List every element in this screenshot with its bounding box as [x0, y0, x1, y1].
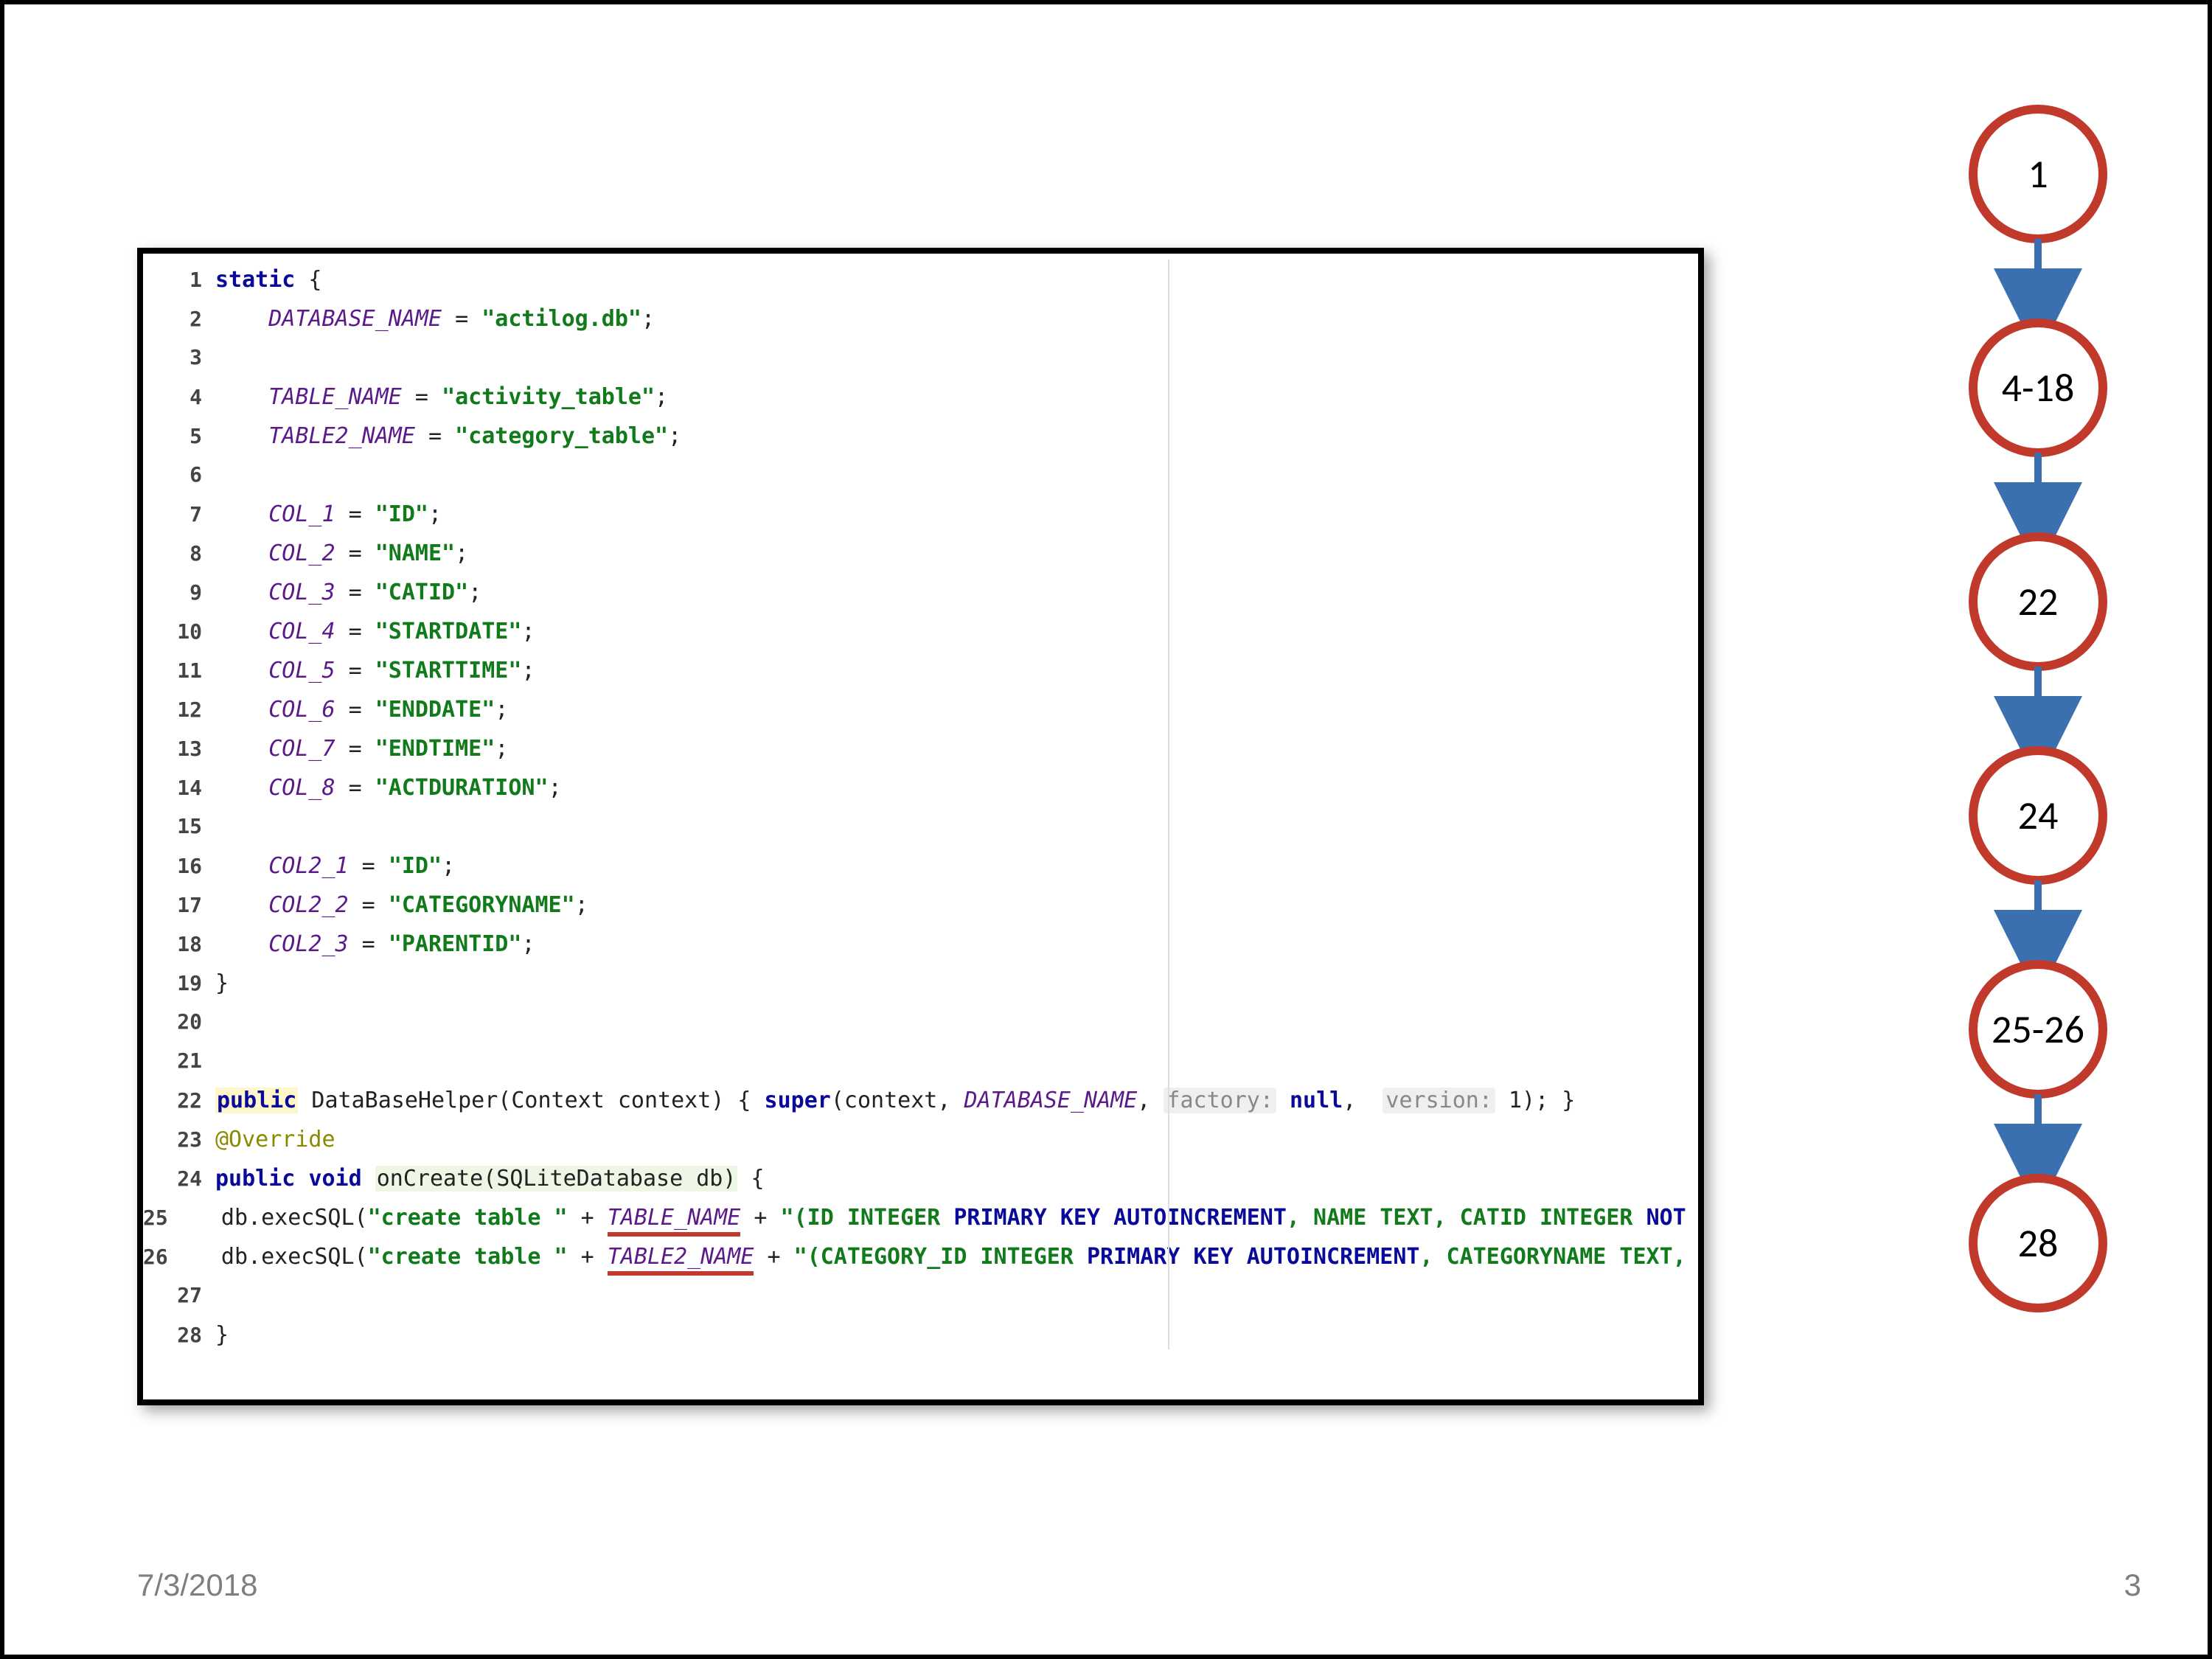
code-line: 28}: [143, 1322, 1698, 1361]
line-number: 19: [143, 971, 215, 995]
code-content: COL2_3 = "PARENTID";: [215, 931, 535, 957]
line-number: 9: [143, 580, 215, 605]
code-content: db.execSQL("create table " + TABLE2_NAME…: [181, 1244, 1704, 1270]
code-line: 21: [143, 1048, 1698, 1088]
code-line: 20: [143, 1009, 1698, 1048]
footer-date: 7/3/2018: [137, 1568, 258, 1603]
line-number: 27: [143, 1283, 215, 1307]
code-line: 12 COL_6 = "ENDDATE";: [143, 697, 1698, 736]
line-number: 7: [143, 502, 215, 526]
flow-diagram: 1 4-18 22 24 25-26 28: [1935, 93, 2141, 1420]
flow-svg: 1 4-18 22 24 25-26 28: [1935, 93, 2141, 1420]
code-line: 25 db.execSQL("create table " + TABLE_NA…: [143, 1205, 1698, 1244]
line-number: 6: [143, 462, 215, 487]
code-panel: 1static {2 DATABASE_NAME = "actilog.db";…: [137, 248, 1704, 1405]
flow-node-label: 25-26: [1992, 1005, 2084, 1054]
code-line: 3: [143, 345, 1698, 384]
code-line: 5 TABLE2_NAME = "category_table";: [143, 423, 1698, 462]
code-line: 4 TABLE_NAME = "activity_table";: [143, 384, 1698, 423]
line-number: 28: [143, 1323, 215, 1347]
line-number: 8: [143, 541, 215, 566]
line-number: 26: [143, 1245, 181, 1269]
line-number: 25: [143, 1206, 181, 1230]
code-content: static {: [215, 267, 322, 293]
flow-node-label: 24: [2018, 791, 2059, 840]
code-line: 15: [143, 814, 1698, 853]
line-number: 1: [143, 268, 215, 292]
code-line: 13 COL_7 = "ENDTIME";: [143, 736, 1698, 775]
line-number: 14: [143, 776, 215, 800]
line-number: 11: [143, 658, 215, 683]
code-line: 24public void onCreate(SQLiteDatabase db…: [143, 1166, 1698, 1205]
line-number: 24: [143, 1166, 215, 1191]
code-content: COL_2 = "NAME";: [215, 540, 468, 566]
code-content: @Override: [215, 1127, 335, 1152]
code-line: 14 COL_8 = "ACTDURATION";: [143, 775, 1698, 814]
code-content: TABLE2_NAME = "category_table";: [215, 423, 681, 449]
code-line: 9 COL_3 = "CATID";: [143, 580, 1698, 619]
code-content: COL_3 = "CATID";: [215, 580, 481, 605]
line-number: 15: [143, 814, 215, 838]
line-number: 18: [143, 932, 215, 956]
footer-page-number: 3: [2124, 1568, 2141, 1603]
editor-column-divider: [1168, 260, 1169, 1349]
code-content: COL_7 = "ENDTIME";: [215, 736, 508, 762]
line-number: 20: [143, 1009, 215, 1034]
code-line: 22public DataBaseHelper(Context context)…: [143, 1088, 1698, 1127]
flow-node-label: 1: [2028, 150, 2048, 198]
code-line: 7 COL_1 = "ID";: [143, 501, 1698, 540]
code-content: COL_8 = "ACTDURATION";: [215, 775, 562, 801]
line-number: 13: [143, 737, 215, 761]
code-content: }: [215, 1322, 229, 1348]
code-content: COL_5 = "STARTTIME";: [215, 658, 535, 684]
code-content: db.execSQL("create table " + TABLE_NAME …: [181, 1205, 1704, 1231]
code-content: COL2_1 = "ID";: [215, 853, 455, 879]
code-line: 26 db.execSQL("create table " + TABLE2_N…: [143, 1244, 1698, 1283]
slide: 1static {2 DATABASE_NAME = "actilog.db";…: [0, 0, 2212, 1659]
code-line: 10 COL_4 = "STARTDATE";: [143, 619, 1698, 658]
code-content: COL_1 = "ID";: [215, 501, 442, 527]
code-content: DATABASE_NAME = "actilog.db";: [215, 306, 655, 332]
line-number: 10: [143, 619, 215, 644]
code-line: 18 COL2_3 = "PARENTID";: [143, 931, 1698, 970]
code-line: 16 COL2_1 = "ID";: [143, 853, 1698, 892]
line-number: 23: [143, 1127, 215, 1152]
code-content: }: [215, 970, 229, 996]
code-line: 27: [143, 1283, 1698, 1322]
line-number: 4: [143, 385, 215, 409]
code-content: TABLE_NAME = "activity_table";: [215, 384, 668, 410]
code-content: public DataBaseHelper(Context context) {…: [215, 1088, 1575, 1113]
code-line: 23@Override: [143, 1127, 1698, 1166]
code-content: COL2_2 = "CATEGORYNAME";: [215, 892, 588, 918]
line-number: 21: [143, 1048, 215, 1073]
code-line: 2 DATABASE_NAME = "actilog.db";: [143, 306, 1698, 345]
line-number: 22: [143, 1088, 215, 1113]
code-line: 6: [143, 462, 1698, 501]
code-block: 1static {2 DATABASE_NAME = "actilog.db";…: [143, 254, 1698, 1361]
code-content: public void onCreate(SQLiteDatabase db) …: [215, 1166, 765, 1192]
line-number: 5: [143, 424, 215, 448]
line-number: 2: [143, 307, 215, 331]
code-line: 11 COL_5 = "STARTTIME";: [143, 658, 1698, 697]
flow-node-label: 28: [2018, 1219, 2059, 1267]
line-number: 17: [143, 893, 215, 917]
flow-node-label: 22: [2018, 577, 2059, 626]
code-line: 17 COL2_2 = "CATEGORYNAME";: [143, 892, 1698, 931]
code-content: COL_6 = "ENDDATE";: [215, 697, 508, 723]
code-line: 1static {: [143, 267, 1698, 306]
code-line: 8 COL_2 = "NAME";: [143, 540, 1698, 580]
flow-node-label: 4-18: [2002, 364, 2075, 412]
line-number: 12: [143, 698, 215, 722]
line-number: 16: [143, 854, 215, 878]
code-content: COL_4 = "STARTDATE";: [215, 619, 535, 644]
code-line: 19}: [143, 970, 1698, 1009]
line-number: 3: [143, 345, 215, 369]
